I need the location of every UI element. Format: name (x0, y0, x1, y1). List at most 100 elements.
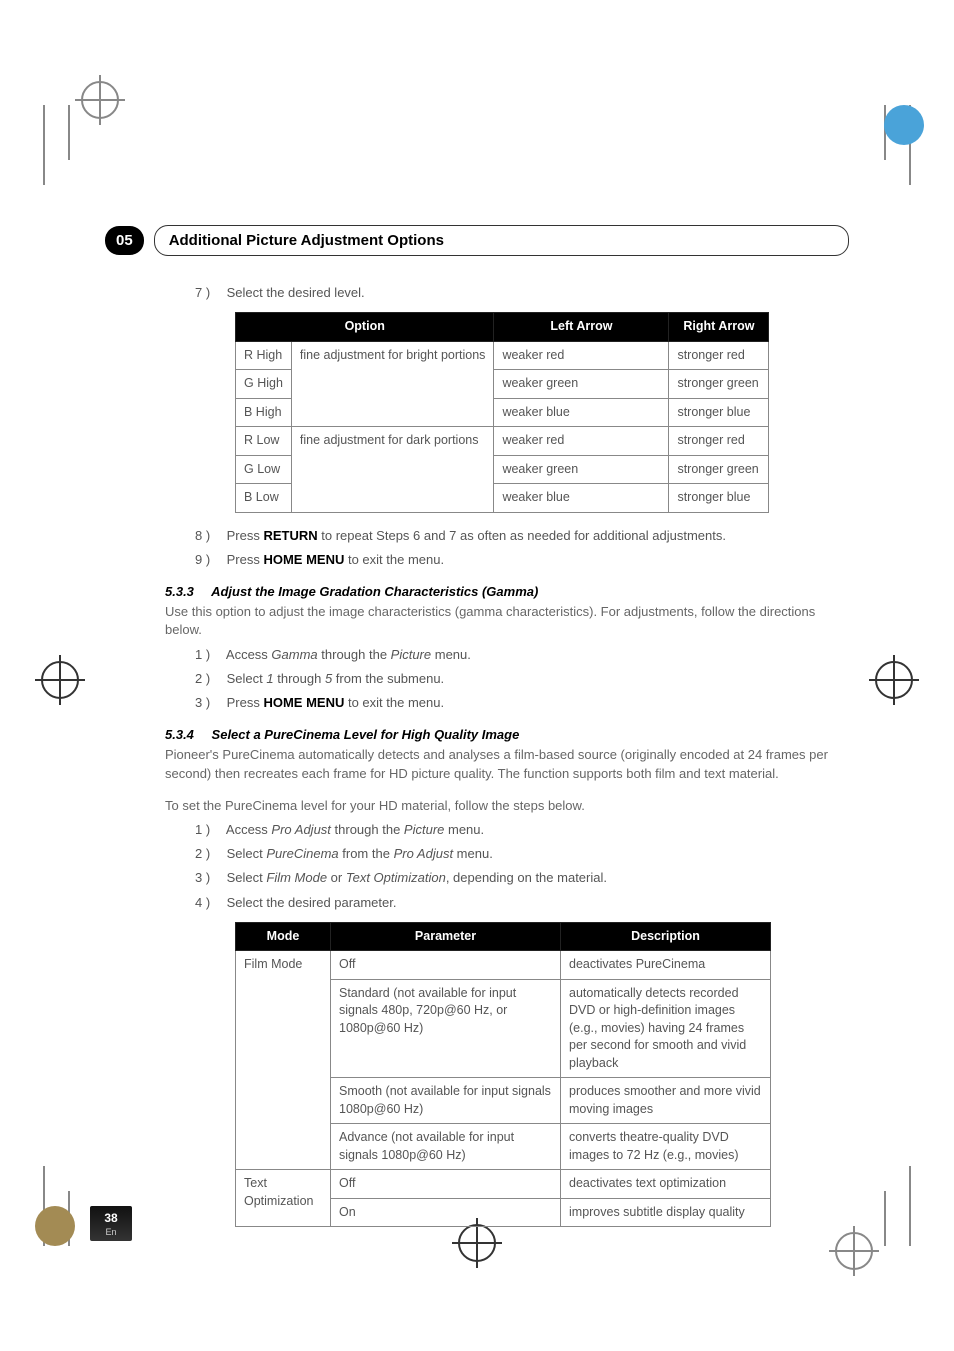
table-cell: G High (236, 370, 292, 399)
table-header: Mode (236, 922, 331, 951)
menu-name-text-optimization: Text Optimization (346, 870, 446, 885)
table-cell: weaker red (494, 427, 669, 456)
step-text-pre: Press (227, 695, 264, 710)
s533-step-3: 3 ) Press HOME MENU to exit the menu. (195, 694, 849, 712)
table-cell: weaker blue (494, 484, 669, 513)
s533-step-1: 1 ) Access Gamma through the Picture men… (195, 646, 849, 664)
step-9: 9 ) Press HOME MENU to exit the menu. (195, 551, 849, 569)
table-cell: weaker red (494, 341, 669, 370)
purecinema-table: Mode Parameter Description Film Mode Off… (235, 922, 771, 1228)
table-header: Left Arrow (494, 313, 669, 342)
s534-step-1: 1 ) Access Pro Adjust through the Pictur… (195, 821, 849, 839)
s534-step-4: 4 ) Select the desired parameter. (195, 894, 849, 912)
section-paragraph: Pioneer's PureCinema automatically detec… (165, 746, 849, 782)
step-number: 8 ) (195, 527, 223, 545)
table-header-row: Mode Parameter Description (236, 922, 771, 951)
menu-name-pro-adjust: Pro Adjust (394, 846, 454, 861)
step-text: through (274, 671, 325, 686)
table-cell: Standard (not available for input signal… (331, 979, 561, 1078)
step-text: menu. (444, 822, 484, 837)
table-header: Option (236, 313, 494, 342)
step-text: , depending on the material. (446, 870, 607, 885)
step-number: 7 ) (195, 284, 223, 302)
table-cell: improves subtitle display quality (561, 1198, 771, 1227)
step-number: 4 ) (195, 894, 223, 912)
section-heading-533: 5.3.3 Adjust the Image Gradation Charact… (165, 583, 849, 601)
page-content: 05 Additional Picture Adjustment Options… (105, 225, 849, 1241)
table-cell: Off (331, 1170, 561, 1199)
registration-mark-icon (70, 70, 130, 130)
button-label-home-menu: HOME MENU (263, 552, 344, 567)
crop-mark (909, 1166, 911, 1246)
step-7: 7 ) Select the desired level. (195, 284, 849, 302)
table-cell: B High (236, 398, 292, 427)
step-text: through the (331, 822, 404, 837)
registration-mark-icon (874, 95, 934, 155)
table-cell: weaker green (494, 455, 669, 484)
button-label-home-menu: HOME MENU (263, 695, 344, 710)
table-header: Description (561, 922, 771, 951)
table-header: Parameter (331, 922, 561, 951)
step-text: Select the desired level. (227, 285, 365, 300)
table-header: Right Arrow (669, 313, 769, 342)
step-text-post: to exit the menu. (344, 552, 444, 567)
color-adjustment-table: Option Left Arrow Right Arrow R High fin… (235, 312, 769, 513)
table-row: Film Mode Off deactivates PureCinema (236, 951, 771, 980)
table-cell: stronger red (669, 341, 769, 370)
table-cell: produces smoother and more vivid moving … (561, 1078, 771, 1124)
crop-mark (43, 105, 45, 185)
step-text: menu. (431, 647, 471, 662)
table-cell: G Low (236, 455, 292, 484)
table-cell: Smooth (not available for input signals … (331, 1078, 561, 1124)
step-text: Select (227, 671, 267, 686)
section-heading-534: 5.3.4 Select a PureCinema Level for High… (165, 726, 849, 744)
menu-name-picture: Picture (404, 822, 444, 837)
menu-name-film-mode: Film Mode (266, 870, 327, 885)
page-language: En (90, 1226, 132, 1239)
registration-mark-icon (864, 650, 924, 710)
table-cell: Off (331, 951, 561, 980)
table-cell: Text Optimization (236, 1170, 331, 1227)
table-cell: weaker blue (494, 398, 669, 427)
step-number: 3 ) (195, 694, 223, 712)
table-cell: deactivates PureCinema (561, 951, 771, 980)
step-text: Access (226, 647, 272, 662)
table-cell: R Low (236, 427, 292, 456)
step-text: Select (227, 846, 267, 861)
page-number: 38 (90, 1210, 132, 1227)
chapter-title-wrap: Additional Picture Adjustment Options (154, 225, 849, 256)
table-cell: Film Mode (236, 951, 331, 1170)
chapter-number: 05 (105, 226, 144, 255)
table-cell: B Low (236, 484, 292, 513)
step-text: through the (318, 647, 391, 662)
section-title: Select a PureCinema Level for High Quali… (212, 727, 520, 742)
step-text: Access (226, 822, 272, 837)
section-number: 5.3.3 (165, 584, 194, 599)
table-cell: stronger green (669, 370, 769, 399)
s534-step-3: 3 ) Select Film Mode or Text Optimizatio… (195, 869, 849, 887)
crop-mark (884, 1191, 886, 1246)
registration-mark-icon (30, 650, 90, 710)
step-text: from the (339, 846, 394, 861)
step-text-pre: Press (227, 528, 264, 543)
step-number: 1 ) (195, 821, 223, 839)
table-cell: stronger blue (669, 484, 769, 513)
section-paragraph: To set the PureCinema level for your HD … (165, 797, 849, 815)
registration-mark-icon (25, 1196, 85, 1256)
table-cell: fine adjustment for bright portions (291, 341, 494, 427)
section-title: Adjust the Image Gradation Characteristi… (211, 584, 538, 599)
s533-step-2: 2 ) Select 1 through 5 from the submenu. (195, 670, 849, 688)
step-8: 8 ) Press RETURN to repeat Steps 6 and 7… (195, 527, 849, 545)
table-cell: stronger blue (669, 398, 769, 427)
section-number: 5.3.4 (165, 727, 194, 742)
table-cell: stronger green (669, 455, 769, 484)
menu-name-gamma: Gamma (271, 647, 317, 662)
page-number-box: 38 En (90, 1206, 132, 1241)
step-text: or (327, 870, 346, 885)
chapter-header: 05 Additional Picture Adjustment Options (105, 225, 849, 256)
table-cell: weaker green (494, 370, 669, 399)
s534-step-2: 2 ) Select PureCinema from the Pro Adjus… (195, 845, 849, 863)
step-number: 2 ) (195, 670, 223, 688)
menu-name-picture: Picture (391, 647, 431, 662)
table-row: Text Optimization Off deactivates text o… (236, 1170, 771, 1199)
